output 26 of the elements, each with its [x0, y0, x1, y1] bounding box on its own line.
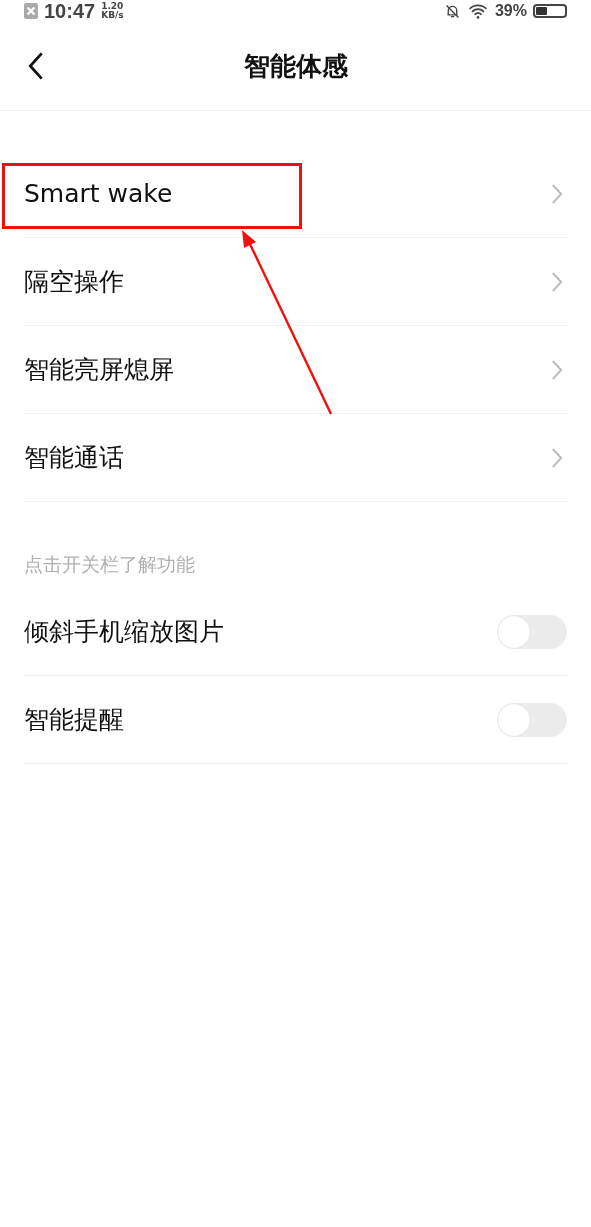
wifi-icon — [466, 2, 489, 20]
chevron-right-icon — [551, 270, 563, 293]
toggle-switch[interactable] — [497, 702, 567, 737]
chevron-right-icon — [551, 182, 563, 205]
row-label: 倾斜手机缩放图片 — [24, 616, 224, 647]
section-caption: 点击开关栏了解功能 — [24, 552, 196, 577]
row-label: 智能通话 — [24, 442, 124, 474]
chevron-right-icon — [551, 358, 563, 381]
chevron-left-icon — [28, 51, 44, 81]
chevron-right-icon — [551, 446, 563, 469]
battery-percent: 39% — [494, 2, 527, 20]
network-speed: 1.20 — [101, 2, 124, 11]
row-label: 智能亮屏熄屏 — [24, 354, 174, 386]
status-time: 10:47 — [44, 0, 96, 23]
settings-row[interactable]: 智能通话 — [24, 414, 567, 502]
settings-row[interactable]: Smart wake — [24, 150, 567, 238]
row-label: 智能提醒 — [24, 704, 124, 735]
network-speed-unit: KB/s — [101, 11, 124, 20]
notification-icon — [24, 3, 38, 19]
settings-row[interactable]: 隔空操作 — [24, 238, 567, 326]
toggle-switch[interactable] — [497, 614, 567, 649]
battery-icon — [533, 4, 567, 18]
row-label: 隔空操作 — [24, 266, 124, 298]
settings-row[interactable]: 智能亮屏熄屏 — [24, 326, 567, 414]
row-label: Smart wake — [24, 179, 173, 208]
page-title: 智能体感 — [242, 49, 349, 83]
